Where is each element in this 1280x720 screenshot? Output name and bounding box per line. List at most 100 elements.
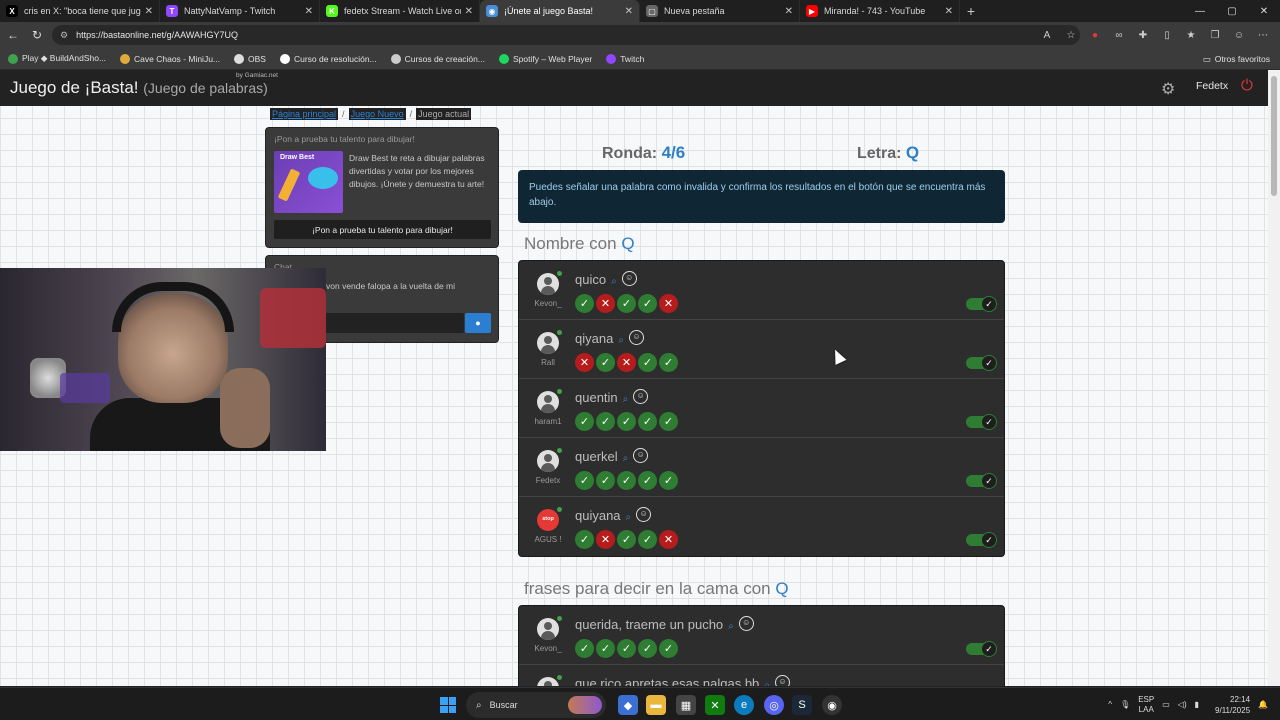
close-tab-icon[interactable]: ✕ <box>785 6 793 17</box>
browser-tab[interactable]: Kfedetx Stream - Watch Live on Ki ✕ <box>320 0 480 22</box>
valid-toggle[interactable]: ✓ <box>966 296 998 312</box>
bookmark-item[interactable]: Play ◆ BuildAndSho... <box>8 53 106 64</box>
browser-tab[interactable]: ▶ Miranda! - 743 - YouTube ✕ <box>800 0 960 22</box>
promo-button[interactable]: ¡Pon a prueba tu talento para dibujar! <box>274 220 491 239</box>
close-tab-icon[interactable]: ✕ <box>945 6 953 17</box>
extensions-puzzle-icon[interactable]: ✚ <box>1134 25 1152 45</box>
microphone-icon[interactable]: 🎙 <box>1120 700 1130 709</box>
network-icon[interactable]: ▭ <box>1162 700 1170 709</box>
vote-check-icon: ✓ <box>596 412 615 431</box>
valid-toggle[interactable]: ✓ <box>966 355 998 371</box>
volume-icon[interactable]: ◁) <box>1178 700 1187 709</box>
extension-icon[interactable]: ● <box>1086 25 1104 45</box>
add-reaction-icon[interactable]: ☺ <box>774 675 790 686</box>
chat-message: von vende falopa a la vuelta de mi <box>326 281 456 291</box>
player-name: AGUS ! <box>534 535 562 544</box>
site-info-icon[interactable]: ⚙ <box>60 30 68 41</box>
xbox-icon[interactable]: ✕ <box>705 695 725 715</box>
edge-browser-icon[interactable]: e <box>734 695 754 715</box>
profile-avatar-icon[interactable]: ☺ <box>1230 25 1248 45</box>
search-icon[interactable]: ⌕ <box>764 680 770 686</box>
by-gamiac-label[interactable]: by Gamiac.net <box>236 72 278 79</box>
add-reaction-icon[interactable]: ☺ <box>738 616 754 632</box>
globe-icon: ◉ <box>486 5 498 17</box>
battery-icon[interactable]: ▮ <box>1195 700 1199 709</box>
bookmark-item[interactable]: Twitch <box>606 53 644 64</box>
category-letter: Q <box>775 579 789 598</box>
add-reaction-icon[interactable]: ☺ <box>633 389 649 405</box>
promo-description: Draw Best te reta a dibujar palabras div… <box>349 153 485 189</box>
search-icon[interactable]: ⌕ <box>623 394 629 405</box>
browser-tab[interactable]: ◉ ¡Únete al juego Basta! ✕ <box>480 0 640 22</box>
file-explorer-icon[interactable]: ▬ <box>646 695 666 715</box>
close-tab-icon[interactable]: ✕ <box>305 6 313 17</box>
add-reaction-icon[interactable]: ☺ <box>621 271 637 287</box>
steam-icon[interactable]: S <box>792 695 812 715</box>
browser-tab[interactable]: ▢ Nueva pestaña ✕ <box>640 0 800 22</box>
browser-tab[interactable]: T NattyNatVamp - Twitch ✕ <box>160 0 320 22</box>
clock[interactable]: 22:14 9/11/2025 <box>1215 694 1250 716</box>
search-icon[interactable]: ⌕ <box>623 453 629 464</box>
youtube-icon: ▶ <box>806 5 818 17</box>
windows-start-icon[interactable] <box>440 697 456 713</box>
chevron-up-icon[interactable]: ^ <box>1108 700 1112 709</box>
copilot-icon[interactable]: ◆ <box>618 695 638 715</box>
bookmark-item[interactable]: Cave Chaos - MiniJu... <box>120 53 220 64</box>
minimize-icon[interactable]: — <box>1184 0 1216 22</box>
valid-toggle[interactable]: ✓ <box>966 414 998 430</box>
maximize-icon[interactable]: ▢ <box>1216 0 1248 22</box>
chat-send-button[interactable]: ● <box>465 313 491 333</box>
lang-bottom: LAA <box>1138 704 1154 714</box>
notifications-bell-icon[interactable]: 🔔 <box>1258 700 1268 709</box>
menu-dots-icon[interactable]: ⋯ <box>1254 25 1272 45</box>
close-window-icon[interactable]: ✕ <box>1248 0 1280 22</box>
store-icon[interactable]: ▦ <box>676 695 696 715</box>
search-icon[interactable]: ⌕ <box>611 276 617 287</box>
close-tab-icon[interactable]: ✕ <box>465 6 473 17</box>
breadcrumb-new-game[interactable]: Juego Nuevo <box>348 108 406 120</box>
favorite-star-icon[interactable]: ☆ <box>1062 25 1080 45</box>
browser-tab[interactable]: Xcris en X: "boca tiene que jugar lo ✕ <box>0 0 160 22</box>
search-icon[interactable]: ⌕ <box>728 621 734 632</box>
split-screen-icon[interactable]: ▯ <box>1158 25 1176 45</box>
close-tab-icon[interactable]: ✕ <box>145 6 153 17</box>
search-icon[interactable]: ⌕ <box>626 512 632 523</box>
bookmark-item[interactable]: Spotify – Web Player <box>498 53 592 64</box>
obs-icon[interactable]: ◉ <box>822 695 842 715</box>
user-name[interactable]: Fedetx <box>1196 80 1228 92</box>
valid-toggle[interactable]: ✓ <box>966 473 998 489</box>
taskbar-search[interactable]: ⌕ Buscar <box>466 692 606 718</box>
answer-text: quico <box>575 272 607 287</box>
breadcrumb-home[interactable]: Página principal <box>270 108 339 120</box>
gear-icon[interactable]: ⚙ <box>1161 79 1175 99</box>
discord-icon[interactable]: ◎ <box>764 695 784 715</box>
add-reaction-icon[interactable]: ☺ <box>633 448 649 464</box>
add-reaction-icon[interactable]: ☺ <box>628 330 644 346</box>
add-reaction-icon[interactable]: ☺ <box>636 507 652 523</box>
letter-label: Letra: <box>857 145 902 162</box>
collections-icon[interactable]: ❐ <box>1206 25 1224 45</box>
other-bookmarks[interactable]: ▭ Otros favoritos <box>1203 48 1270 70</box>
favorites-icon[interactable]: ★ <box>1182 25 1200 45</box>
bookmark-item[interactable]: Cursos de creación... <box>390 53 485 64</box>
draw-best-logo-image[interactable]: Draw Best <box>274 151 343 213</box>
back-icon[interactable]: ← <box>2 24 24 46</box>
scrollbar-thumb[interactable] <box>1271 76 1277 196</box>
search-icon[interactable]: ⌕ <box>618 335 624 346</box>
address-bar[interactable]: ⚙ https://bastaonline.net/g/AAWAHGY7UQ <box>52 25 1080 45</box>
vote-check-icon: ✓ <box>638 353 657 372</box>
new-tab-button[interactable]: + <box>960 0 982 22</box>
read-aloud-icon[interactable]: A <box>1038 25 1056 45</box>
valid-toggle[interactable]: ✓ <box>966 641 998 657</box>
language-indicator[interactable]: ESP LAA <box>1138 695 1154 715</box>
close-tab-icon[interactable]: ✕ <box>625 6 633 17</box>
site-title[interactable]: Juego de ¡Basta! (Juego de palabras) <box>10 78 268 98</box>
bookmark-item[interactable]: OBS <box>234 53 266 64</box>
bookmark-item[interactable]: Curso de resolución... <box>279 53 377 64</box>
vote-check-icon: ✓ <box>596 471 615 490</box>
logout-power-icon[interactable]: ⏻ <box>1241 77 1253 94</box>
reload-icon[interactable]: ↻ <box>26 24 48 46</box>
valid-toggle[interactable]: ✓ <box>966 532 998 548</box>
page-scrollbar[interactable] <box>1268 70 1280 686</box>
extension-glasses-icon[interactable]: ∞ <box>1110 25 1128 45</box>
